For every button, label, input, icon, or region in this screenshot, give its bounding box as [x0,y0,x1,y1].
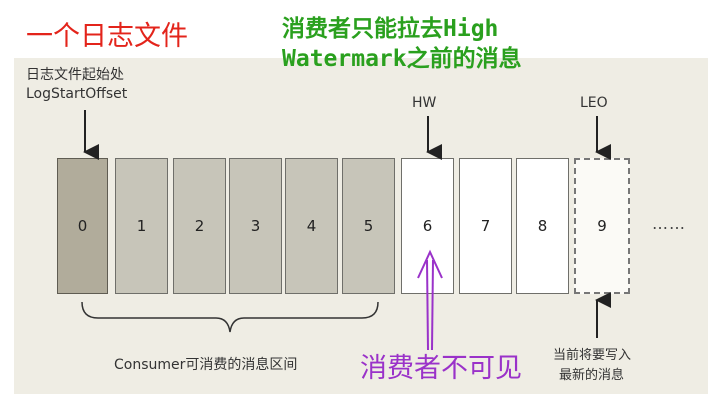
arrows-overlay [81,110,611,351]
purple-arrow [417,249,443,351]
next-write-label-line1: 当前将要写入 [553,348,632,363]
consumer-range-brace [81,301,379,333]
invisible-annotation: 消费者不可见 [360,353,522,384]
next-write-label: 当前将要写入 最新的消息 [553,346,631,386]
next-write-label-line2: 最新的消息 [559,368,625,383]
consumer-range-label: Consumer可消费的消息区间 [114,357,298,373]
